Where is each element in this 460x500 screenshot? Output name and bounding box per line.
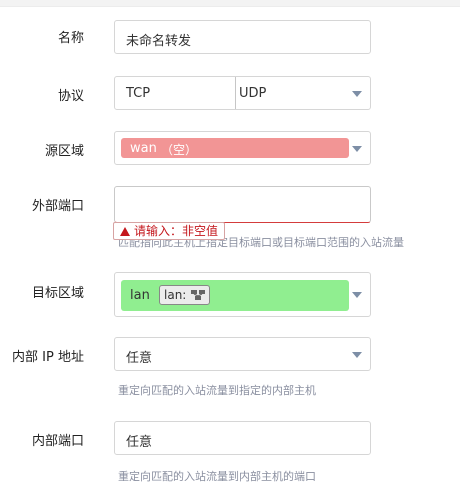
name-label: 名称	[57, 31, 84, 46]
protocol-option-tcp[interactable]: TCP	[126, 86, 150, 101]
name-value: 未命名转发	[126, 34, 192, 49]
network-devices-icon	[191, 290, 206, 300]
protocol-select[interactable]: TCP UDP	[114, 76, 371, 110]
internal-ip-value: 任意	[126, 351, 153, 366]
external-port-error-text: 请输入：非空值	[134, 224, 219, 238]
external-port-field[interactable]	[114, 186, 371, 223]
internal-port-value: 任意	[126, 435, 153, 450]
internal-ip-select[interactable]: 任意	[114, 337, 371, 371]
dest-zone-tag: lan lan:	[121, 280, 349, 311]
caret-down-icon[interactable]	[352, 91, 362, 97]
protocol-label: 协议	[57, 89, 84, 104]
internal-port-field[interactable]: 任意	[114, 421, 371, 455]
external-port-error-tooltip: 请输入：非空值	[113, 222, 226, 240]
caret-down-icon[interactable]	[352, 146, 362, 152]
caret-down-icon[interactable]	[352, 352, 362, 358]
caret-down-icon[interactable]	[352, 292, 362, 298]
protocol-separator	[235, 77, 237, 109]
source-zone-value: wan	[130, 141, 157, 156]
dest-zone-value: lan	[130, 288, 150, 303]
dest-zone-label: 目标区域	[31, 286, 84, 301]
warning-triangle-icon	[120, 227, 130, 236]
dest-zone-chip-label: lan:	[164, 288, 187, 302]
name-field[interactable]: 未命名转发	[114, 20, 371, 54]
dest-zone-chip: lan:	[159, 285, 211, 305]
source-zone-label: 源区域	[44, 144, 84, 159]
external-port-label: 外部端口	[31, 199, 84, 214]
internal-port-label: 内部端口	[31, 434, 84, 449]
internal-ip-label: 内部 IP 地址	[12, 350, 84, 365]
source-zone-select[interactable]: wan （空）	[114, 131, 371, 165]
top-divider	[0, 0, 460, 7]
dest-zone-select[interactable]: lan lan:	[114, 272, 371, 317]
source-zone-empty-tag: （空）	[161, 143, 198, 157]
internal-ip-hint: 重定向匹配的入站流量到指定的内部主机	[118, 384, 316, 397]
internal-port-hint: 重定向匹配的入站流量到内部主机的端口	[118, 470, 316, 483]
protocol-option-udp[interactable]: UDP	[239, 86, 266, 101]
source-zone-tag: wan （空）	[121, 138, 349, 158]
